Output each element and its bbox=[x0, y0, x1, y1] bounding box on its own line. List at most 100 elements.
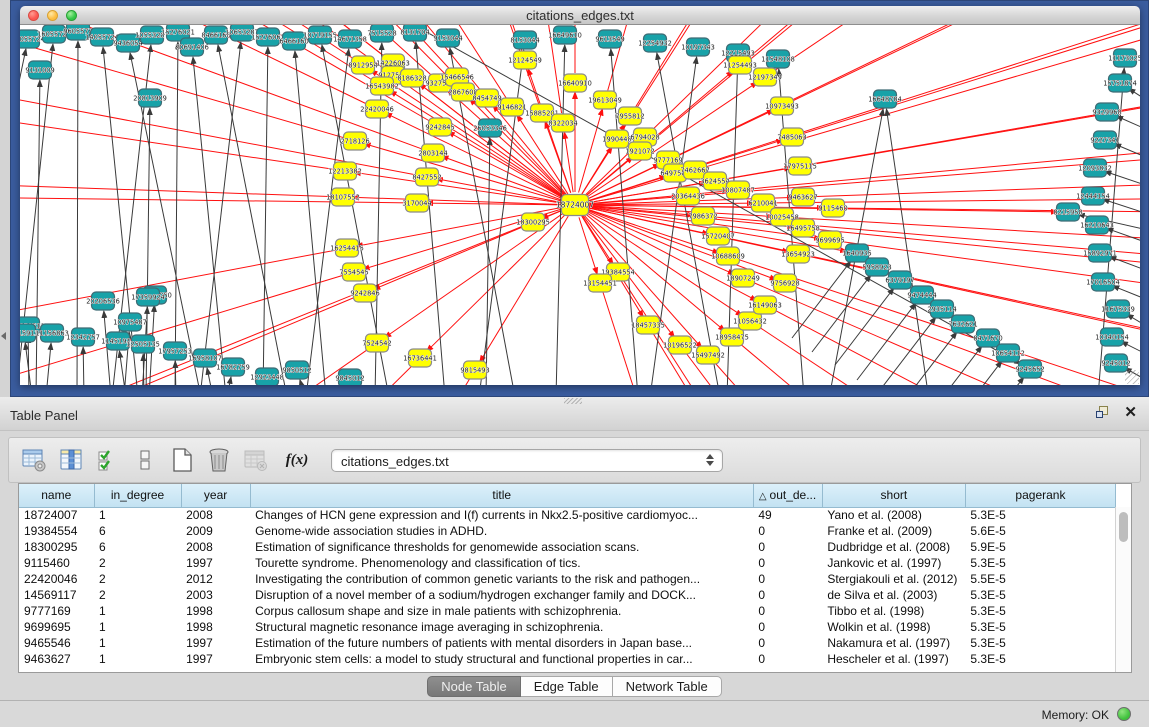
network-node[interactable]: 17957253 bbox=[158, 342, 192, 360]
network-node[interactable]: 14671358 bbox=[333, 30, 367, 48]
network-node[interactable]: 20813909 bbox=[133, 89, 167, 107]
network-node[interactable]: 12444154 bbox=[1076, 187, 1110, 205]
network-node[interactable]: 10719155 bbox=[303, 26, 337, 44]
network-node[interactable]: 9613549 bbox=[595, 30, 624, 48]
table-row[interactable]: 977716911998Corpus callosum shape and si… bbox=[19, 603, 1116, 619]
network-node[interactable]: 18457335 bbox=[631, 316, 665, 334]
tab-network-table[interactable]: Network Table bbox=[613, 676, 722, 697]
table-selector-dropdown[interactable]: citations_edges.txt bbox=[331, 449, 723, 472]
canvas-resize-grip[interactable] bbox=[1125, 370, 1139, 384]
network-node[interactable]: 18958475 bbox=[715, 328, 749, 346]
network-node[interactable]: 13654923 bbox=[781, 245, 815, 263]
network-node[interactable]: 9699695 bbox=[815, 231, 844, 249]
network-node[interactable]: 7515528 bbox=[367, 25, 396, 42]
network-node[interactable]: 7986372 bbox=[688, 207, 717, 225]
tab-node-table[interactable]: Node Table bbox=[427, 676, 521, 697]
network-node[interactable]: 22420046 bbox=[360, 100, 394, 118]
network-node[interactable]: 7632621 bbox=[948, 315, 977, 333]
network-node[interactable]: 15892971 bbox=[1083, 244, 1117, 262]
network-node[interactable]: 9815493 bbox=[460, 361, 489, 379]
close-panel-icon[interactable]: ✕ bbox=[1124, 406, 1137, 419]
network-node[interactable]: 16254415 bbox=[330, 239, 364, 257]
network-canvas[interactable]: 2405572416055724960557214055724943605410… bbox=[20, 25, 1140, 385]
network-node[interactable]: 10688609 bbox=[711, 247, 745, 265]
column-header-title[interactable]: title bbox=[250, 484, 753, 507]
network-node[interactable]: 18300295 bbox=[516, 213, 550, 231]
network-node[interactable]: 17016504 bbox=[1086, 273, 1120, 291]
network-node[interactable]: 8186328 bbox=[397, 69, 426, 87]
network-window[interactable]: citations_edges.txt 24055724160557249605… bbox=[20, 6, 1140, 385]
network-node[interactable]: 11156863 bbox=[35, 324, 69, 342]
network-node[interactable]: 2935114 bbox=[927, 300, 956, 318]
network-node[interactable]: 12197349 bbox=[748, 68, 782, 86]
network-node[interactable]: 9845012 bbox=[335, 369, 364, 385]
network-node[interactable]: 9242846 bbox=[350, 284, 379, 302]
panel-drag-grip[interactable] bbox=[564, 398, 582, 404]
column-header-short[interactable]: short bbox=[822, 484, 965, 507]
network-node[interactable]: 11675339 bbox=[1101, 300, 1135, 318]
table-row[interactable]: 946554611997Estimation of the future num… bbox=[19, 635, 1116, 651]
network-node[interactable]: 12342757 bbox=[66, 328, 100, 346]
scrollbar-thumb[interactable] bbox=[1119, 512, 1128, 542]
network-node[interactable]: 13154451 bbox=[583, 274, 617, 292]
network-node[interactable]: 1990448 bbox=[602, 130, 631, 148]
network-node[interactable]: 9115460 bbox=[818, 199, 847, 217]
table-row[interactable]: 1830029562008Estimation of significance … bbox=[19, 539, 1116, 555]
show-columns-icon[interactable] bbox=[58, 445, 84, 475]
network-node[interactable]: 10975487 bbox=[113, 313, 147, 331]
column-header-out_de[interactable]: △out_de... bbox=[753, 484, 822, 507]
network-node[interactable]: 7485063 bbox=[777, 128, 806, 146]
table-row[interactable]: 911546021997Tourette syndrome. Phenomeno… bbox=[19, 555, 1116, 571]
table-row[interactable]: 1456911722003Disruption of a novel membe… bbox=[19, 587, 1116, 603]
network-node[interactable]: 12923448 bbox=[250, 368, 284, 385]
window-titlebar[interactable]: citations_edges.txt bbox=[20, 6, 1140, 25]
table-row[interactable]: 1938455462009Genome-wide association stu… bbox=[19, 523, 1116, 539]
network-node[interactable]: 15497492 bbox=[691, 346, 725, 364]
network-node[interactable]: 9227341 bbox=[1090, 131, 1119, 149]
network-node[interactable]: 1921072 bbox=[625, 142, 654, 160]
network-node[interactable]: 9245652 bbox=[1015, 360, 1044, 378]
network-node[interactable]: 8912954 bbox=[348, 56, 377, 74]
network-node[interactable]: 9329968 bbox=[1092, 103, 1121, 121]
network-node[interactable]: 2718126 bbox=[340, 132, 369, 150]
network-node[interactable]: 12124549 bbox=[508, 51, 542, 69]
network-node[interactable]: 10340154 bbox=[1095, 328, 1129, 346]
delete-table-icon[interactable] bbox=[243, 445, 269, 475]
network-node[interactable]: 16210643 bbox=[1080, 216, 1114, 234]
network-node[interactable]: 15751874 bbox=[1103, 74, 1137, 92]
network-node[interactable]: 7955812 bbox=[615, 107, 644, 125]
network-node[interactable]: 9242845 bbox=[425, 118, 454, 136]
network-node[interactable]: 18907249 bbox=[726, 269, 760, 287]
network-node[interactable]: 17975115 bbox=[783, 157, 817, 175]
network-node[interactable]: 16149063 bbox=[748, 296, 782, 314]
network-node[interactable]: 8153044 bbox=[510, 31, 539, 49]
network-node[interactable]: 15720407 bbox=[701, 227, 735, 245]
network-node[interactable]: 9463627 bbox=[788, 188, 817, 206]
network-node[interactable]: 9756928 bbox=[770, 274, 799, 292]
tab-edge-table[interactable]: Edge Table bbox=[521, 676, 613, 697]
network-node[interactable]: 9850512 bbox=[282, 361, 311, 379]
network-node[interactable]: 12213382 bbox=[328, 162, 362, 180]
new-document-icon[interactable] bbox=[169, 445, 195, 475]
network-node[interactable]: 16782759 bbox=[216, 358, 250, 376]
network-node[interactable]: 7524542 bbox=[362, 334, 391, 352]
network-node[interactable]: 3170044 bbox=[402, 194, 431, 212]
network-node[interactable]: 12505135 bbox=[126, 335, 160, 353]
network-node[interactable]: 16495758 bbox=[786, 219, 820, 237]
delete-rows-trash-icon[interactable] bbox=[206, 445, 232, 475]
network-node[interactable]: 18724007 bbox=[556, 195, 594, 216]
network-node[interactable]: 5958923 bbox=[862, 258, 891, 276]
column-header-pagerank[interactable]: pagerank bbox=[965, 484, 1115, 507]
network-node[interactable]: 16736441 bbox=[403, 349, 437, 367]
network-node[interactable]: 11254493 bbox=[723, 56, 757, 74]
column-header-name[interactable]: name bbox=[19, 484, 94, 507]
network-node[interactable]: 16543982 bbox=[365, 77, 399, 95]
function-builder-icon[interactable]: f(x) bbox=[280, 445, 314, 475]
network-node[interactable]: 2803144 bbox=[418, 144, 447, 162]
table-settings-icon[interactable] bbox=[21, 445, 47, 475]
column-checklist-icon[interactable] bbox=[95, 445, 121, 475]
network-node[interactable]: 16640910 bbox=[558, 74, 592, 92]
table-row[interactable]: 1872400712008Changes of HCN gene express… bbox=[19, 507, 1116, 523]
network-node[interactable]: 9153044 bbox=[433, 29, 462, 47]
network-node[interactable]: 11548108 bbox=[761, 50, 795, 68]
